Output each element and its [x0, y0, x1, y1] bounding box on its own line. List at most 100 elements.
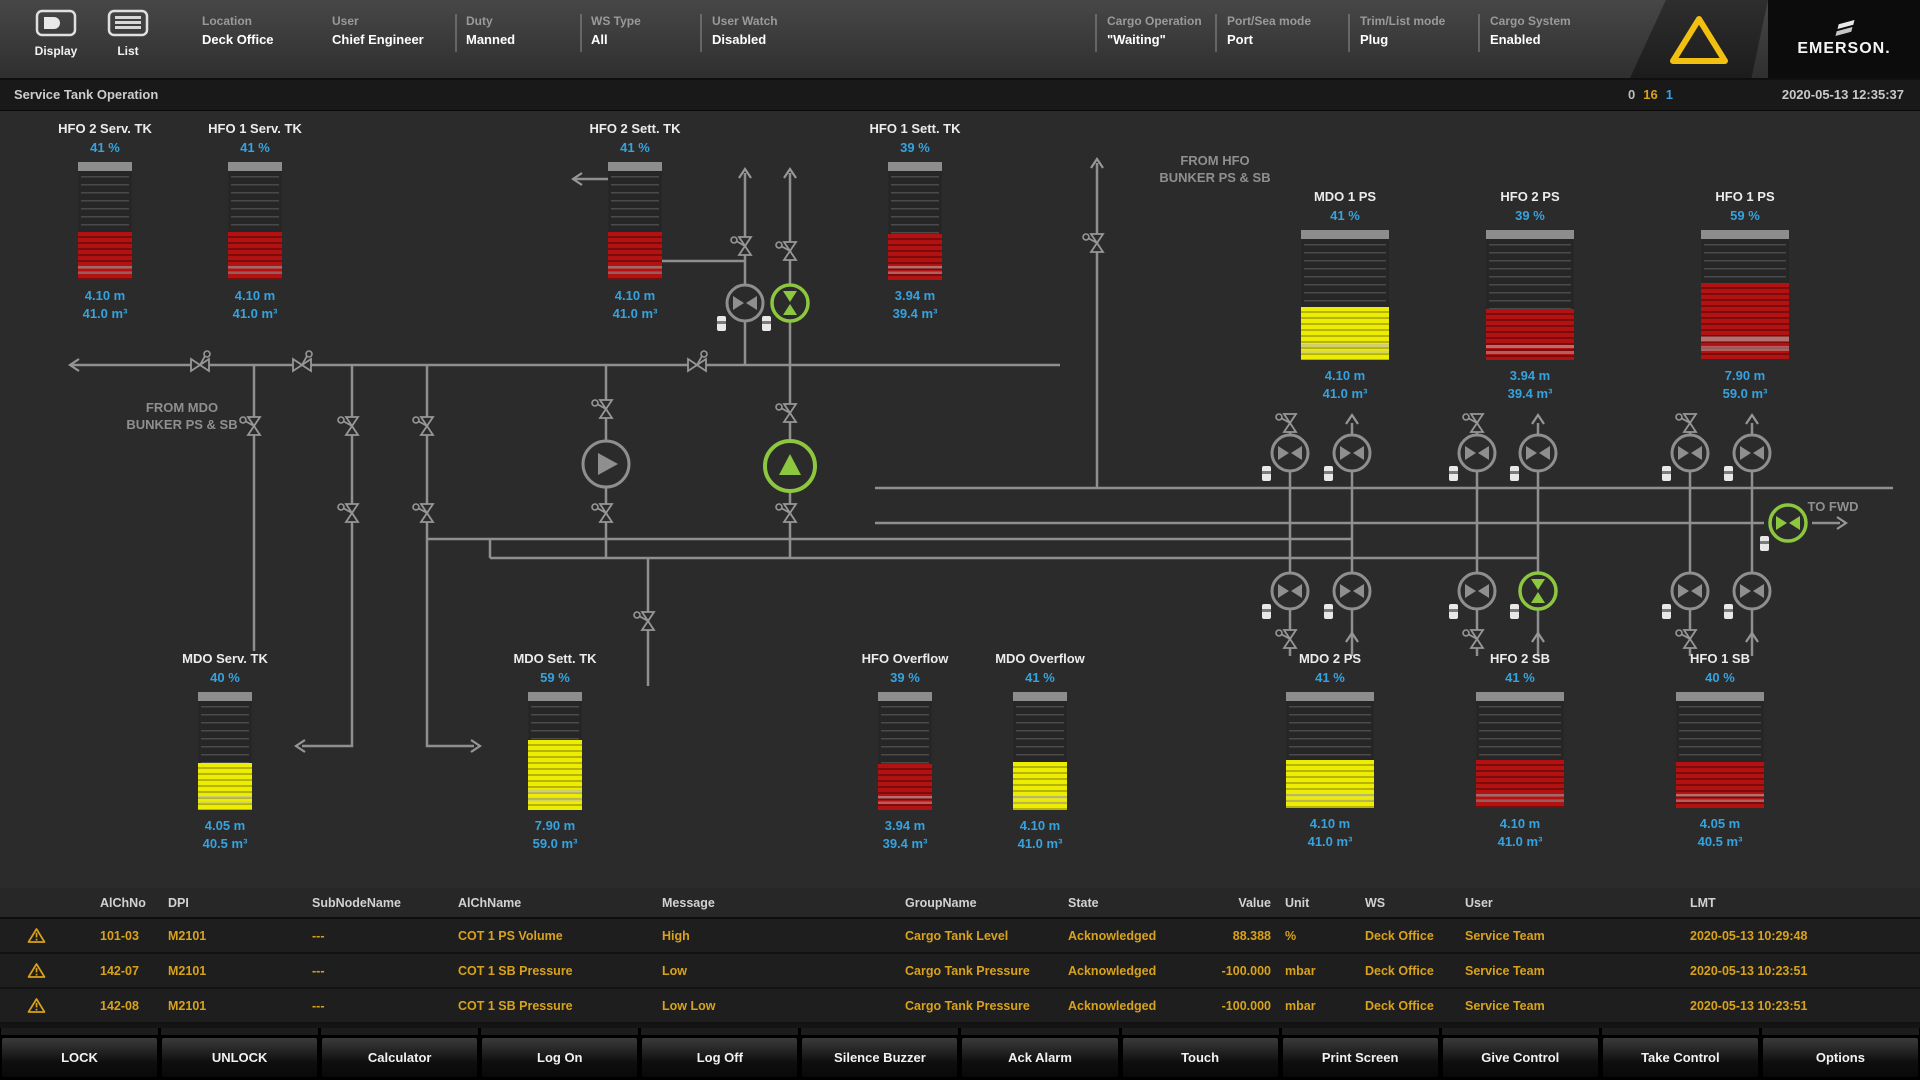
tank-level-bar	[1476, 692, 1564, 808]
tank-hfo-1-ps[interactable]: HFO 1 PS 59 % 7.90 m 59.0 m³	[1670, 189, 1820, 401]
manual-valve-icon[interactable]	[592, 504, 612, 522]
manual-valve-icon[interactable]	[776, 404, 796, 422]
manual-valve-icon[interactable]	[776, 242, 796, 260]
actuated-valve-closed-icon[interactable]	[1724, 435, 1770, 481]
manual-valve-icon[interactable]	[338, 417, 358, 435]
field-ws-type: WS Type All	[591, 14, 641, 47]
col-message: Message	[662, 888, 905, 917]
manual-valve-icon[interactable]	[731, 237, 751, 255]
manual-valve-icon[interactable]	[1276, 414, 1296, 432]
manual-valve-icon[interactable]	[634, 612, 654, 630]
touch-button[interactable]: Touch	[1122, 1037, 1279, 1078]
tank-level-bar	[1286, 692, 1374, 808]
tank-level-bar	[1486, 230, 1574, 360]
tank-level-bar	[608, 162, 662, 280]
actuated-valve-closed-icon[interactable]	[717, 285, 763, 331]
tank-hfo-1-sb[interactable]: HFO 1 SB 40 % 4.05 m 40.5 m³	[1645, 651, 1795, 849]
list-button[interactable]: List	[96, 9, 160, 58]
display-button[interactable]: Display	[24, 9, 88, 58]
actuated-valve-closed-icon[interactable]	[1262, 573, 1308, 619]
tank-hfo-1-sett[interactable]: HFO 1 Sett. TK 39 % 3.94 m 39.4 m³	[855, 121, 975, 321]
tank-level-bar	[78, 162, 132, 280]
manual-valve-icon[interactable]	[1276, 630, 1296, 648]
emerson-icon	[1829, 20, 1859, 40]
manual-valve-icon[interactable]	[1463, 414, 1483, 432]
actuated-valve-closed-icon[interactable]	[1662, 573, 1708, 619]
tank-level-bar	[888, 162, 942, 280]
tank-mdo-1-ps[interactable]: MDO 1 PS 41 % 4.10 m 41.0 m³	[1270, 189, 1420, 401]
actuated-valve-closed-icon[interactable]	[1324, 573, 1370, 619]
alarm-warning-icon	[27, 997, 46, 1014]
alarm-status-panel[interactable]	[1630, 0, 1768, 78]
take-control-button[interactable]: Take Control	[1602, 1037, 1759, 1078]
actuated-valve-open-icon[interactable]	[1760, 505, 1806, 551]
field-cargo-operation: Cargo Operation "Waiting"	[1107, 14, 1202, 47]
list-icon	[107, 9, 149, 42]
label-from-mdo-2: BUNKER PS & SB	[126, 417, 237, 432]
tank-hfo-2-sett[interactable]: HFO 2 Sett. TK 41 % 4.10 m 41.0 m³	[575, 121, 695, 321]
separator	[580, 14, 582, 52]
col-alchname: AlChName	[458, 888, 662, 917]
alarm-table-header: AlChNo DPI SubNodeName AlChName Message …	[0, 888, 1920, 919]
separator	[1215, 14, 1217, 52]
alarm-row[interactable]: 101-03 M2101 --- COT 1 PS Volume High Ca…	[0, 919, 1920, 954]
count-info: 1	[1666, 87, 1673, 102]
manual-valve-icon[interactable]	[338, 504, 358, 522]
manual-valve-icon[interactable]	[413, 504, 433, 522]
ack-alarm-button[interactable]: Ack Alarm	[961, 1037, 1118, 1078]
actuated-valve-closed-icon[interactable]	[1449, 573, 1495, 619]
actuated-valve-closed-icon[interactable]	[1662, 435, 1708, 481]
log-off-button[interactable]: Log Off	[641, 1037, 798, 1078]
emerson-logo: EMERSON.	[1768, 0, 1920, 78]
alarm-row[interactable]: 142-08 M2101 --- COT 1 SB Pressure Low L…	[0, 989, 1920, 1024]
tank-hfo-1-serv[interactable]: HFO 1 Serv. TK 41 % 4.10 m 41.0 m³	[195, 121, 315, 321]
manual-valve-icon[interactable]	[688, 351, 707, 371]
options-button[interactable]: Options	[1762, 1037, 1919, 1078]
actuated-valve-closed-icon[interactable]	[1324, 435, 1370, 481]
print-screen-button[interactable]: Print Screen	[1282, 1037, 1439, 1078]
log-on-button[interactable]: Log On	[481, 1037, 638, 1078]
manual-valve-icon[interactable]	[191, 351, 210, 371]
manual-valve-icon[interactable]	[413, 417, 433, 435]
label-from-hfo: FROM HFO	[1180, 153, 1249, 168]
col-groupname: GroupName	[905, 888, 1068, 917]
label-from-mdo: FROM MDO	[146, 400, 218, 415]
manual-valve-icon[interactable]	[592, 400, 612, 418]
calculator-button[interactable]: Calculator	[321, 1037, 478, 1078]
pump-stopped-icon[interactable]	[583, 441, 629, 487]
tank-hfo-2-sb[interactable]: HFO 2 SB 41 % 4.10 m 41.0 m³	[1445, 651, 1595, 849]
actuated-valve-open-icon[interactable]	[762, 285, 808, 331]
tank-mdo-serv[interactable]: MDO Serv. TK 40 % 4.05 m 40.5 m³	[165, 651, 285, 851]
flow-arrow-icon	[1746, 415, 1758, 424]
alarm-table: AlChNo DPI SubNodeName AlChName Message …	[0, 888, 1920, 1028]
tank-mdo-2-ps[interactable]: MDO 2 PS 41 % 4.10 m 41.0 m³	[1255, 651, 1405, 849]
manual-valve-icon[interactable]	[240, 417, 260, 435]
actuated-valve-closed-icon[interactable]	[1449, 435, 1495, 481]
alarm-warning-icon	[27, 962, 46, 979]
field-user: User Chief Engineer	[332, 14, 424, 47]
tank-hfo-overflow[interactable]: HFO Overflow 39 % 3.94 m 39.4 m³	[845, 651, 965, 851]
silence-buzzer-button[interactable]: Silence Buzzer	[801, 1037, 958, 1078]
alarm-row[interactable]: 142-07 M2101 --- COT 1 SB Pressure Low C…	[0, 954, 1920, 989]
tank-mdo-overflow[interactable]: MDO Overflow 41 % 4.10 m 41.0 m³	[980, 651, 1100, 851]
manual-valve-icon[interactable]	[776, 504, 796, 522]
manual-valve-icon[interactable]	[1083, 234, 1103, 252]
manual-valve-icon[interactable]	[1676, 630, 1696, 648]
tank-hfo-2-serv[interactable]: HFO 2 Serv. TK 41 % 4.10 m 41.0 m³	[45, 121, 165, 321]
unlock-button[interactable]: UNLOCK	[161, 1037, 318, 1078]
give-control-button[interactable]: Give Control	[1442, 1037, 1599, 1078]
label-from-hfo-2: BUNKER PS & SB	[1159, 170, 1270, 185]
pump-running-icon[interactable]	[765, 441, 815, 491]
manual-valve-icon[interactable]	[1463, 630, 1483, 648]
col-value: Value	[1195, 888, 1285, 917]
actuated-valve-closed-icon[interactable]	[1724, 573, 1770, 619]
manual-valve-icon[interactable]	[1676, 414, 1696, 432]
actuated-valve-open-icon[interactable]	[1510, 573, 1556, 619]
col-alchno: AlChNo	[100, 888, 168, 917]
actuated-valve-closed-icon[interactable]	[1262, 435, 1308, 481]
tank-mdo-sett[interactable]: MDO Sett. TK 59 % 7.90 m 59.0 m³	[495, 651, 615, 851]
manual-valve-icon[interactable]	[293, 351, 312, 371]
actuated-valve-closed-icon[interactable]	[1510, 435, 1556, 481]
lock-button[interactable]: LOCK	[1, 1037, 158, 1078]
tank-hfo-2-ps[interactable]: HFO 2 PS 39 % 3.94 m 39.4 m³	[1455, 189, 1605, 401]
